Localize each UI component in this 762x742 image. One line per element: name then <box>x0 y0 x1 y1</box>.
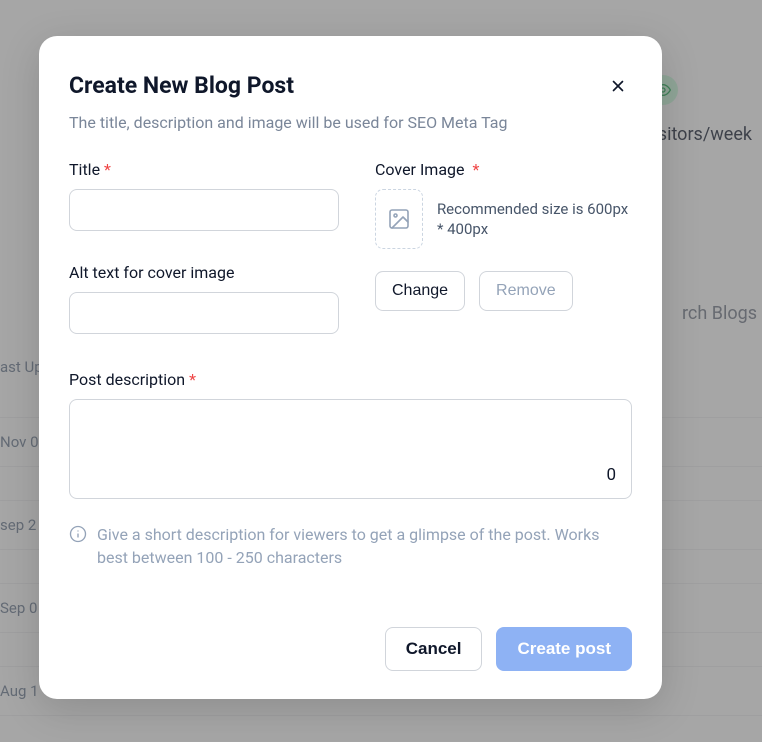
modal-subtitle: The title, description and image will be… <box>69 113 632 132</box>
cover-image-hint: Recommended size is 600px * 400px <box>437 199 632 240</box>
create-post-button[interactable]: Create post <box>496 627 632 671</box>
change-cover-button[interactable]: Change <box>375 271 465 311</box>
page-backdrop: sitors/week rch Blogs ast Up Nov 0 sep 2… <box>0 0 762 742</box>
description-textarea[interactable] <box>69 399 632 499</box>
cover-image-label-text: Cover Image <box>375 160 465 179</box>
title-label-text: Title <box>69 160 100 179</box>
char-count: 0 <box>606 465 616 485</box>
close-icon <box>609 77 627 95</box>
alt-text-label: Alt text for cover image <box>69 263 339 282</box>
modal-title: Create New Blog Post <box>69 72 632 99</box>
required-asterisk: * <box>104 160 111 179</box>
remove-cover-button[interactable]: Remove <box>479 271 573 311</box>
required-asterisk: * <box>469 160 480 179</box>
info-icon <box>69 525 87 547</box>
description-hint: Give a short description for viewers to … <box>97 523 632 569</box>
alt-text-input[interactable] <box>69 292 339 334</box>
description-label: Post description* <box>69 370 632 389</box>
create-blog-post-modal: Create New Blog Post The title, descript… <box>39 36 662 699</box>
cancel-button[interactable]: Cancel <box>385 627 483 671</box>
close-button[interactable] <box>604 72 632 100</box>
required-asterisk: * <box>189 370 196 389</box>
description-label-text: Post description <box>69 370 185 389</box>
cover-image-label: Cover Image * <box>375 160 632 179</box>
title-label: Title* <box>69 160 339 179</box>
image-icon <box>387 207 411 231</box>
cover-image-placeholder[interactable] <box>375 189 423 249</box>
title-input[interactable] <box>69 189 339 231</box>
